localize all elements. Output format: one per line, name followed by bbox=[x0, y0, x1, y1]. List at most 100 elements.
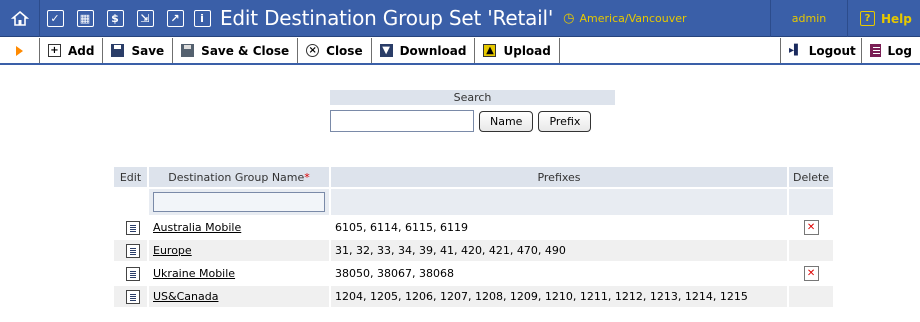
search-name-button[interactable]: Name bbox=[479, 110, 534, 132]
close-icon: × bbox=[306, 44, 320, 57]
edit-icon[interactable] bbox=[126, 220, 140, 235]
toolbar: + Add Save Save & Close × Close ▼ Downlo… bbox=[0, 38, 920, 65]
play-arrow-icon bbox=[16, 45, 23, 56]
table-row: Australia Mobile 6105, 6114, 6115, 6119 ✕ bbox=[114, 217, 833, 238]
upload-button[interactable]: ▲ Upload bbox=[475, 38, 560, 63]
help-label: Help bbox=[881, 11, 912, 26]
download-label: Download bbox=[399, 43, 467, 58]
checkbox-nav-button[interactable]: ✓ bbox=[40, 0, 70, 37]
group-name-link[interactable]: US&Canada bbox=[153, 290, 218, 303]
prefix-cell: 31, 32, 33, 34, 39, 41, 420, 421, 470, 4… bbox=[331, 240, 787, 261]
header-edit: Edit bbox=[114, 167, 147, 187]
edit-icon[interactable] bbox=[126, 289, 140, 304]
timezone-link[interactable]: America/Vancouver bbox=[580, 12, 687, 25]
logout-button[interactable]: ▸▌ Logout bbox=[780, 38, 862, 63]
home-icon bbox=[10, 10, 29, 26]
save-close-button[interactable]: Save & Close bbox=[173, 38, 299, 63]
group-name-link[interactable]: Ukraine Mobile bbox=[153, 267, 235, 280]
table-header-row: Edit Destination Group Name* Prefixes De… bbox=[114, 167, 834, 187]
delete-cell bbox=[789, 286, 834, 307]
delete-cell bbox=[789, 240, 834, 261]
name-cell: Ukraine Mobile bbox=[149, 263, 329, 284]
prefix-cell: 6105, 6114, 6115, 6119 bbox=[335, 221, 468, 234]
book-icon: ⇲ bbox=[136, 9, 154, 27]
save-icon bbox=[111, 44, 125, 57]
filter-prefix-cell bbox=[331, 189, 787, 215]
help-button[interactable]: ? Help bbox=[848, 0, 912, 37]
search-prefix-button[interactable]: Prefix bbox=[538, 110, 592, 132]
close-button[interactable]: × Close bbox=[298, 38, 372, 63]
download-button[interactable]: ▼ Download bbox=[372, 38, 476, 63]
edit-cell bbox=[114, 240, 147, 261]
chart-nav-button[interactable]: ↗ bbox=[160, 0, 190, 37]
info-button[interactable]: i bbox=[190, 0, 214, 37]
save-close-label: Save & Close bbox=[201, 43, 290, 58]
edit-icon[interactable] bbox=[126, 243, 140, 258]
delete-cell: ✕ bbox=[789, 263, 833, 284]
title-bar: ✓ ▦ $ ⇲ ↗ i Edit Destination Group Set '… bbox=[0, 0, 920, 37]
save-button[interactable]: Save bbox=[103, 38, 174, 63]
required-marker: * bbox=[304, 170, 310, 184]
filter-name-input[interactable] bbox=[153, 192, 325, 212]
group-name-link[interactable]: Europe bbox=[153, 244, 192, 257]
search-panel: Search Name Prefix bbox=[330, 90, 615, 132]
logout-label: Logout bbox=[808, 43, 856, 58]
info-icon: i bbox=[193, 9, 211, 27]
name-cell: Australia Mobile bbox=[149, 217, 329, 238]
edit-cell bbox=[114, 217, 147, 238]
header-delete: Delete bbox=[789, 167, 834, 187]
filter-edit-cell bbox=[114, 189, 147, 215]
group-name-link[interactable]: Australia Mobile bbox=[153, 221, 241, 234]
search-input[interactable] bbox=[330, 110, 474, 132]
book-nav-button[interactable]: ⇲ bbox=[130, 0, 160, 37]
chart-icon: ↗ bbox=[166, 9, 184, 27]
log-label: Log bbox=[887, 43, 912, 58]
search-heading: Search bbox=[330, 90, 615, 105]
upload-label: Upload bbox=[503, 43, 551, 58]
question-icon: ? bbox=[860, 11, 875, 26]
log-button[interactable]: Log bbox=[862, 38, 920, 63]
download-icon: ▼ bbox=[379, 44, 393, 57]
add-icon: + bbox=[48, 44, 61, 57]
table-row: Ukraine Mobile 38050, 38067, 38068 ✕ bbox=[114, 263, 833, 284]
edit-cell bbox=[114, 263, 147, 284]
table-row: US&Canada 1204, 1205, 1206, 1207, 1208, 1… bbox=[114, 286, 834, 307]
edit-cell bbox=[114, 286, 147, 307]
grid-icon: ▦ bbox=[76, 9, 94, 27]
home-button[interactable] bbox=[0, 0, 40, 37]
checkbox-icon: ✓ bbox=[46, 9, 64, 27]
prefix-cell: 1204, 1205, 1206, 1207, 1208, 1209, 1210… bbox=[331, 286, 787, 307]
close-label: Close bbox=[326, 43, 363, 58]
filter-delete-cell bbox=[789, 189, 834, 215]
delete-icon[interactable]: ✕ bbox=[803, 266, 819, 281]
header-prefixes: Prefixes bbox=[331, 167, 787, 187]
add-label: Add bbox=[68, 43, 95, 58]
name-cell: Europe bbox=[149, 240, 329, 261]
save-label: Save bbox=[131, 43, 165, 58]
delete-cell: ✕ bbox=[789, 217, 833, 238]
logout-icon: ▸▌ bbox=[789, 44, 802, 56]
filter-name-cell bbox=[149, 189, 329, 215]
clock-icon: ◷ bbox=[563, 10, 575, 26]
delete-icon[interactable]: ✕ bbox=[803, 220, 819, 235]
dollar-icon: $ bbox=[106, 9, 124, 27]
header-name-label: Destination Group Name bbox=[168, 170, 305, 184]
page-title: Edit Destination Group Set 'Retail' bbox=[220, 6, 554, 30]
destination-group-table: Edit Destination Group Name* Prefixes De… bbox=[112, 165, 835, 309]
user-name[interactable]: admin bbox=[770, 0, 848, 37]
header-name[interactable]: Destination Group Name* bbox=[149, 167, 329, 187]
add-button[interactable]: + Add bbox=[40, 38, 104, 63]
search-row: Name Prefix bbox=[330, 110, 615, 132]
upload-icon: ▲ bbox=[483, 44, 497, 57]
menu-toggle[interactable] bbox=[0, 38, 40, 63]
save-close-icon bbox=[181, 44, 195, 57]
billing-nav-button[interactable]: $ bbox=[100, 0, 130, 37]
filter-row bbox=[114, 189, 834, 215]
log-icon bbox=[870, 44, 881, 57]
grid-nav-button[interactable]: ▦ bbox=[70, 0, 100, 37]
name-cell: US&Canada bbox=[149, 286, 329, 307]
table-row: Europe 31, 32, 33, 34, 39, 41, 420, 421, … bbox=[114, 240, 834, 261]
prefix-cell: 38050, 38067, 38068 bbox=[335, 267, 454, 280]
edit-icon[interactable] bbox=[126, 266, 140, 281]
